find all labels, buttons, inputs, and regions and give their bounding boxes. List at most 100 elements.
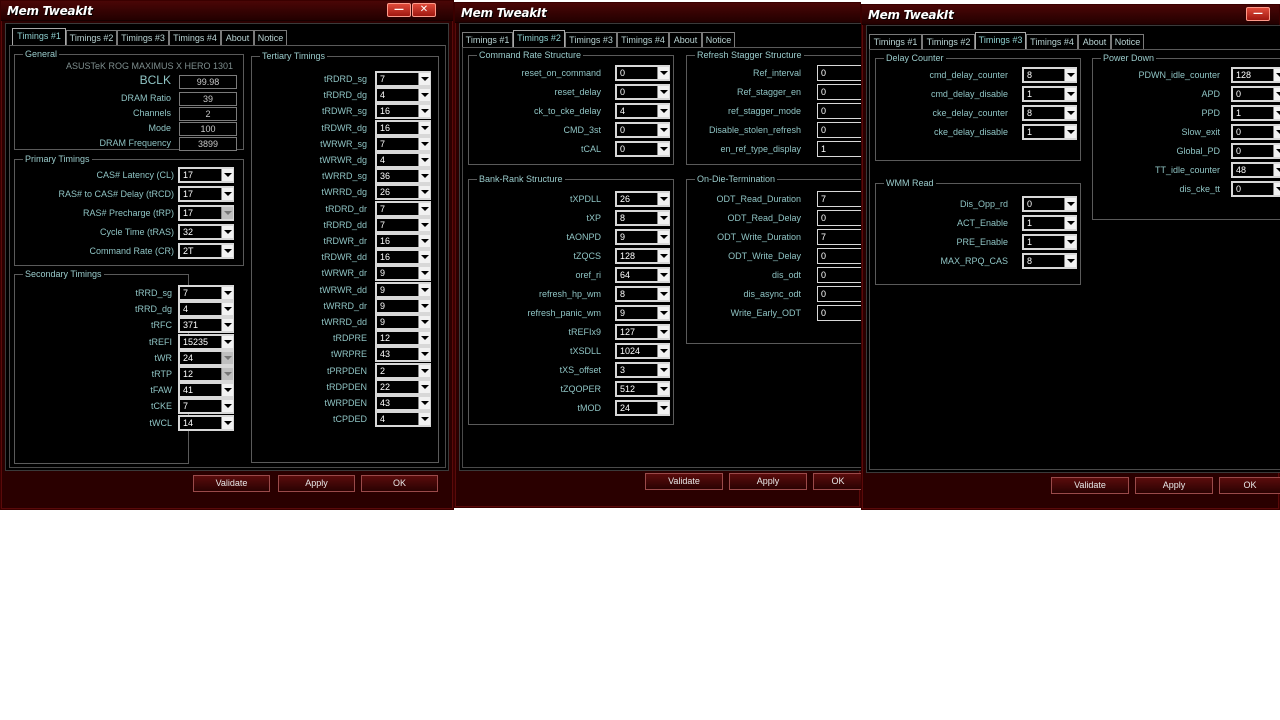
field-ref-interval[interactable]: 0 xyxy=(817,65,865,81)
chevron-down-icon[interactable] xyxy=(1273,183,1280,195)
chevron-down-icon[interactable] xyxy=(418,170,430,183)
chevron-down-icon[interactable] xyxy=(221,188,233,200)
select-command-rate-cr[interactable]: 2T xyxy=(178,243,234,259)
validate-button[interactable]: Validate xyxy=(1051,477,1129,494)
tab-timings-2[interactable]: Timings #2 xyxy=(513,30,565,48)
chevron-down-icon[interactable] xyxy=(418,397,430,409)
select-dis-cke-tt[interactable]: 0 xyxy=(1231,181,1280,197)
chevron-down-icon[interactable] xyxy=(1273,88,1280,100)
select-txsdll[interactable]: 1024 xyxy=(615,343,670,359)
chevron-down-icon[interactable] xyxy=(221,351,233,364)
chevron-down-icon[interactable] xyxy=(221,207,233,219)
select-twrpre[interactable]: 43 xyxy=(375,346,431,363)
chevron-down-icon[interactable] xyxy=(657,212,669,224)
select-twrwr-dg[interactable]: 4 xyxy=(375,152,431,168)
chevron-down-icon[interactable] xyxy=(418,73,430,85)
select-trdrd-sg[interactable]: 7 xyxy=(375,71,431,87)
select-twrrd-sg[interactable]: 36 xyxy=(375,168,431,185)
chevron-down-icon[interactable] xyxy=(418,251,430,264)
chevron-down-icon[interactable] xyxy=(221,335,233,348)
field-odt-write-delay[interactable]: 0 xyxy=(817,248,865,264)
select-dis-opp-rd[interactable]: 0 xyxy=(1022,196,1077,212)
tab-timings-1[interactable]: Timings #1 xyxy=(12,28,66,46)
tab-timings-4[interactable]: Timings #4 xyxy=(617,32,669,48)
title-bar[interactable]: Mem TweakIt — xyxy=(862,5,1279,25)
chevron-down-icon[interactable] xyxy=(657,269,669,281)
chevron-down-icon[interactable] xyxy=(418,332,430,345)
select-cas-latency-cl[interactable]: 17 xyxy=(178,167,234,183)
select-ras-precharge-trp[interactable]: 17 xyxy=(178,205,234,221)
chevron-down-icon[interactable] xyxy=(221,384,233,397)
tab-about[interactable]: About xyxy=(1078,34,1111,50)
tab-timings-1[interactable]: Timings #1 xyxy=(462,32,513,48)
select-ck-to-cke-delay[interactable]: 4 xyxy=(615,103,670,119)
minimize-button[interactable]: — xyxy=(387,3,411,17)
chevron-down-icon[interactable] xyxy=(418,413,430,426)
select-twrrd-dr[interactable]: 9 xyxy=(375,297,431,314)
select-trrd-dg[interactable]: 4 xyxy=(178,301,234,318)
field-write-early-odt[interactable]: 0 xyxy=(817,305,865,321)
tab-timings-4[interactable]: Timings #4 xyxy=(1026,34,1078,50)
select-tprpden[interactable]: 2 xyxy=(375,362,431,379)
select-cycle-time-tras[interactable]: 32 xyxy=(178,224,234,240)
select-pdwn-idle-counter[interactable]: 128 xyxy=(1231,67,1280,83)
select-trdrd-dg[interactable]: 4 xyxy=(375,87,431,104)
ok-button[interactable]: OK xyxy=(813,473,863,490)
validate-button[interactable]: Validate xyxy=(193,475,270,492)
select-trtp[interactable]: 12 xyxy=(178,366,234,382)
chevron-down-icon[interactable] xyxy=(657,307,669,319)
chevron-down-icon[interactable] xyxy=(657,250,669,262)
chevron-down-icon[interactable] xyxy=(657,67,669,79)
field-dis-async-odt[interactable]: 0 xyxy=(817,286,865,302)
select-twr[interactable]: 24 xyxy=(178,349,234,366)
select-tt-idle-counter[interactable]: 48 xyxy=(1231,162,1280,178)
select-trdwr-sg[interactable]: 16 xyxy=(375,103,431,120)
chevron-down-icon[interactable] xyxy=(657,402,669,414)
tab-timings-3[interactable]: Timings #3 xyxy=(117,30,169,46)
select-ras-to-cas-delay-trcd[interactable]: 17 xyxy=(178,186,234,202)
select-tzqcs[interactable]: 128 xyxy=(615,248,670,264)
title-bar[interactable]: Mem TweakIt — ✕ xyxy=(1,1,453,21)
select-twrpden[interactable]: 43 xyxy=(375,395,431,411)
chevron-down-icon[interactable] xyxy=(418,267,430,280)
chevron-down-icon[interactable] xyxy=(657,345,669,357)
chevron-down-icon[interactable] xyxy=(657,364,669,376)
select-max-rpq-cas[interactable]: 8 xyxy=(1022,253,1077,269)
select-refresh-hp-wm[interactable]: 8 xyxy=(615,286,670,302)
chevron-down-icon[interactable] xyxy=(1273,145,1280,157)
select-slow-exit[interactable]: 0 xyxy=(1231,124,1280,140)
apply-button[interactable]: Apply xyxy=(278,475,355,492)
title-bar[interactable]: Mem TweakIt xyxy=(455,3,860,23)
chevron-down-icon[interactable] xyxy=(1064,198,1076,210)
chevron-down-icon[interactable] xyxy=(657,383,669,395)
select-twrrd-dg[interactable]: 26 xyxy=(375,184,431,201)
select-trdrd-dd[interactable]: 7 xyxy=(375,216,431,233)
field-odt-write-duration[interactable]: 7 xyxy=(817,229,865,245)
chevron-down-icon[interactable] xyxy=(221,400,233,413)
select-twrwr-dr[interactable]: 9 xyxy=(375,265,431,282)
select-global-pd[interactable]: 0 xyxy=(1231,143,1280,159)
validate-button[interactable]: Validate xyxy=(645,473,723,490)
select-trdpre[interactable]: 12 xyxy=(375,330,431,347)
chevron-down-icon[interactable] xyxy=(657,288,669,300)
select-tmod[interactable]: 24 xyxy=(615,400,670,416)
tab-notice[interactable]: Notice xyxy=(702,32,735,48)
select-cmd-3st[interactable]: 0 xyxy=(615,122,670,138)
select-cmd-delay-counter[interactable]: 8 xyxy=(1022,67,1077,83)
chevron-down-icon[interactable] xyxy=(418,186,430,199)
chevron-down-icon[interactable] xyxy=(1064,236,1076,248)
chevron-down-icon[interactable] xyxy=(221,303,233,316)
chevron-down-icon[interactable] xyxy=(221,226,233,238)
tab-timings-3[interactable]: Timings #3 xyxy=(565,32,617,48)
select-tcal[interactable]: 0 xyxy=(615,141,670,157)
chevron-down-icon[interactable] xyxy=(657,143,669,155)
field-disable-stolen-refresh[interactable]: 0 xyxy=(817,122,865,138)
apply-button[interactable]: Apply xyxy=(1135,477,1213,494)
chevron-down-icon[interactable] xyxy=(418,380,430,393)
chevron-down-icon[interactable] xyxy=(418,364,430,377)
tab-timings-4[interactable]: Timings #4 xyxy=(169,30,221,46)
ok-button[interactable]: OK xyxy=(361,475,438,492)
chevron-down-icon[interactable] xyxy=(1273,69,1280,81)
select-twrrd-dd[interactable]: 9 xyxy=(375,314,431,330)
chevron-down-icon[interactable] xyxy=(418,218,430,231)
